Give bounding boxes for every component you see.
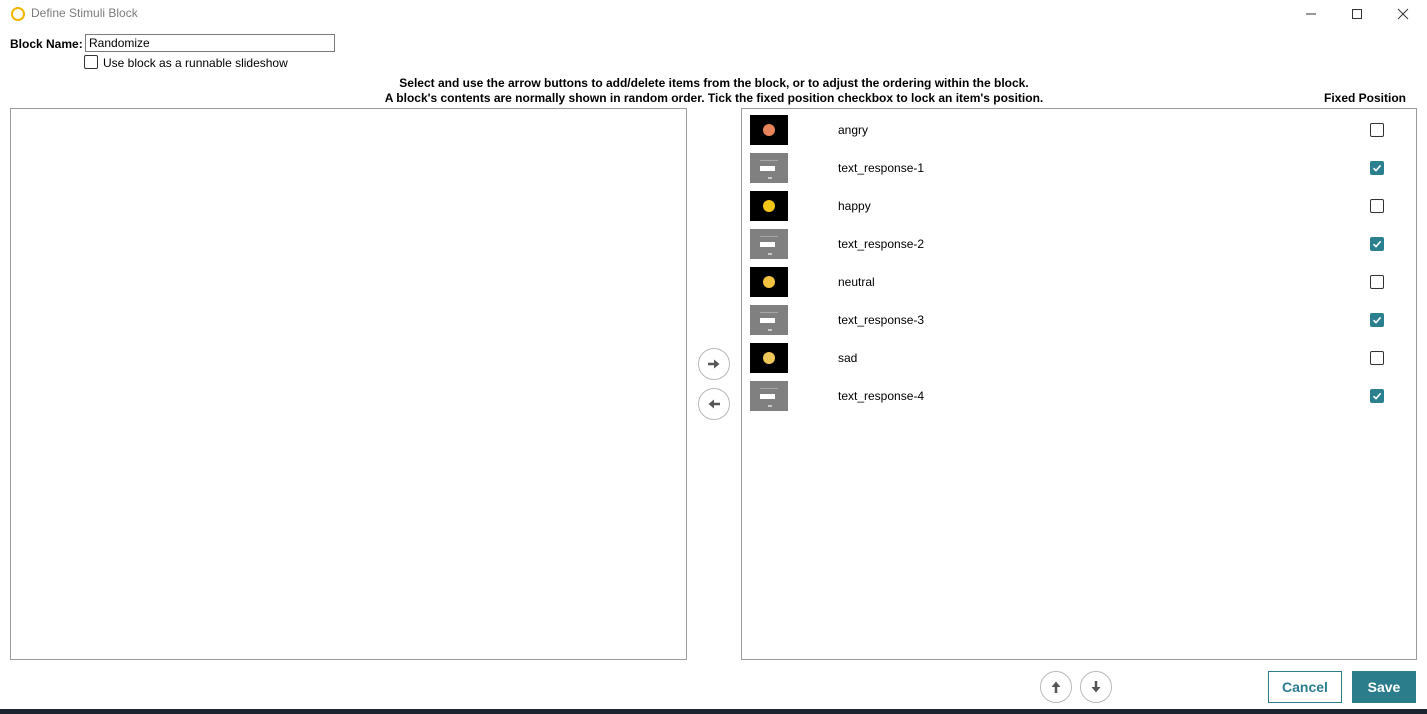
available-items-list[interactable] [10, 108, 687, 660]
neutral-face-icon [763, 276, 775, 288]
slideshow-checkbox[interactable] [84, 55, 98, 69]
block-item-row[interactable]: text_response-3 [742, 301, 1416, 339]
instructions: Select and use the arrow buttons to add/… [330, 76, 1098, 106]
block-items-list[interactable]: angry text_response-1 happy text_respons… [741, 108, 1417, 660]
block-item-row[interactable]: text_response-1 [742, 149, 1416, 187]
block-name-input[interactable] [85, 34, 335, 52]
fixed-position-checkbox[interactable] [1370, 351, 1384, 365]
text-response-icon [760, 318, 775, 323]
item-label: sad [838, 351, 858, 365]
text-response-icon [760, 242, 775, 247]
fixed-position-header: Fixed Position [1323, 91, 1406, 105]
arrow-up-icon [1051, 681, 1061, 693]
item-thumbnail [750, 343, 788, 373]
item-label: angry [838, 123, 869, 137]
checkmark-icon [1372, 392, 1382, 400]
fixed-position-checkbox[interactable] [1370, 199, 1384, 213]
item-thumbnail [750, 115, 788, 145]
instructions-line-2: A block's contents are normally shown in… [384, 91, 1044, 105]
checkmark-icon [1372, 240, 1382, 248]
fixed-position-checkbox[interactable] [1370, 389, 1384, 403]
block-item-row[interactable]: text_response-2 [742, 225, 1416, 263]
maximize-button[interactable] [1334, 0, 1380, 28]
move-down-button[interactable] [1080, 671, 1112, 703]
checkmark-icon [1372, 164, 1382, 172]
item-thumbnail [750, 191, 788, 221]
item-thumbnail [750, 305, 788, 335]
move-up-button[interactable] [1040, 671, 1072, 703]
block-item-row[interactable]: text_response-4 [742, 377, 1416, 415]
instructions-line-1: Select and use the arrow buttons to add/… [399, 76, 1029, 90]
text-response-icon [760, 394, 775, 399]
item-label: text_response-3 [838, 313, 925, 327]
arrow-left-icon [708, 399, 720, 409]
block-name-label: Block Name: [10, 37, 83, 51]
maximize-icon [1352, 9, 1362, 19]
save-button[interactable]: Save [1352, 671, 1416, 703]
item-label: text_response-2 [838, 237, 925, 251]
arrow-right-icon [708, 359, 720, 369]
minimize-button[interactable] [1288, 0, 1334, 28]
text-response-icon [760, 166, 775, 171]
cancel-button[interactable]: Cancel [1268, 671, 1342, 703]
block-item-row[interactable]: angry [742, 111, 1416, 149]
block-item-row[interactable]: happy [742, 187, 1416, 225]
item-label: text_response-1 [838, 161, 925, 175]
item-thumbnail [750, 153, 788, 183]
close-button[interactable] [1380, 0, 1426, 28]
sad-face-icon [763, 352, 775, 364]
title-bar: Define Stimuli Block [0, 0, 1427, 28]
item-label: neutral [838, 275, 875, 289]
fixed-position-checkbox[interactable] [1370, 313, 1384, 327]
add-to-block-button[interactable] [698, 348, 730, 380]
item-label: happy [838, 199, 871, 213]
checkmark-icon [1372, 316, 1382, 324]
item-thumbnail [750, 267, 788, 297]
minimize-icon [1306, 13, 1316, 15]
app-ring-icon [11, 7, 25, 21]
block-item-row[interactable]: sad [742, 339, 1416, 377]
fixed-position-checkbox[interactable] [1370, 123, 1384, 137]
item-label: text_response-4 [838, 389, 925, 403]
window-title: Define Stimuli Block [31, 6, 138, 20]
close-icon [1397, 8, 1409, 20]
block-item-row[interactable]: neutral [742, 263, 1416, 301]
item-thumbnail [750, 229, 788, 259]
taskbar [0, 709, 1427, 714]
fixed-position-checkbox[interactable] [1370, 275, 1384, 289]
happy-face-icon [763, 200, 775, 212]
arrow-down-icon [1091, 681, 1101, 693]
angry-face-icon [763, 124, 775, 136]
slideshow-checkbox-label: Use block as a runnable slideshow [103, 56, 288, 70]
remove-from-block-button[interactable] [698, 388, 730, 420]
fixed-position-checkbox[interactable] [1370, 237, 1384, 251]
fixed-position-checkbox[interactable] [1370, 161, 1384, 175]
item-thumbnail [750, 381, 788, 411]
